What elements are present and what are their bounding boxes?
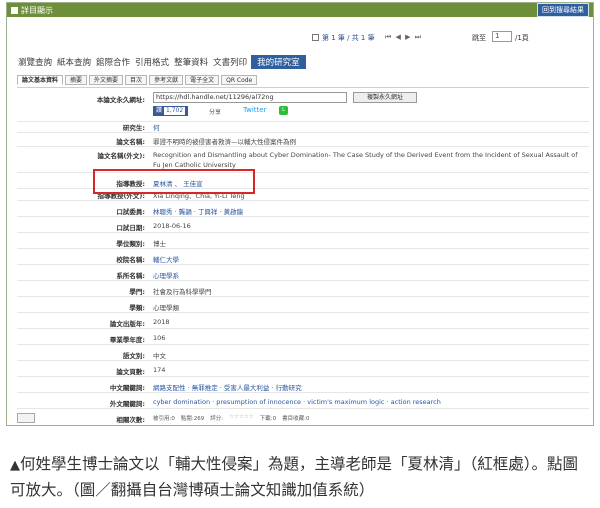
cited-count: 被引用:0 bbox=[153, 416, 175, 422]
record-count: 第 1 筆 / 共 1 筆 bbox=[322, 34, 375, 42]
field-value-title-foreign: Recognition and Dismantling about Cyber … bbox=[153, 151, 578, 169]
pager-nav-arrows[interactable]: ⏮ ◀ ▶ ⏭ bbox=[385, 33, 422, 42]
field-value-student[interactable]: 何 bbox=[153, 122, 587, 132]
share-label[interactable]: 分享 bbox=[209, 107, 221, 116]
download-count: 下載:0 bbox=[259, 416, 277, 422]
facebook-like-count: 1,702 bbox=[164, 107, 186, 115]
click-count: 點閱:269 bbox=[180, 416, 205, 422]
field-value-discipline: 社會及行為科學學門 bbox=[153, 288, 212, 296]
advisor-highlight-box bbox=[93, 169, 255, 194]
tab-toc[interactable]: 目次 bbox=[125, 75, 148, 85]
copy-permalink-button[interactable]: 複製永久網址 bbox=[353, 92, 417, 103]
field-label: 論文名稱(外文): bbox=[97, 152, 145, 160]
window-title-text: 詳目顯示 bbox=[21, 5, 53, 15]
tab-foreign-abstract[interactable]: 外文摘要 bbox=[89, 75, 124, 85]
field-value-language: 中文 bbox=[153, 352, 166, 360]
triangle-marker-icon: ▲ bbox=[10, 458, 20, 473]
square-icon bbox=[11, 6, 18, 14]
field-label: 學位類別: bbox=[116, 240, 145, 248]
field-value-keywords-en[interactable]: cyber domination · presumption of innoce… bbox=[153, 398, 587, 406]
menu-print-query[interactable]: 紙本查詢 bbox=[56, 56, 92, 68]
field-value-keywords-zh[interactable]: 網路支配性 · 無罪推定 · 受害人最大利益 · 行動研究 bbox=[153, 382, 587, 392]
menu-my-research[interactable]: 我的研究室 bbox=[251, 55, 306, 69]
menu-browse[interactable]: 瀏覽查詢 bbox=[17, 56, 53, 68]
field-label: 研究生: bbox=[122, 124, 145, 132]
rating-stats: 被引用:0 點閱:269 評分: ☆☆☆☆☆ 下載:0 書目收藏:0 bbox=[153, 414, 309, 422]
field-label: 校院名稱: bbox=[116, 256, 145, 264]
window-title: 詳目顯示 bbox=[11, 5, 53, 16]
menu-cite-format[interactable]: 引用格式 bbox=[134, 56, 170, 68]
field-label: 學門: bbox=[129, 288, 145, 296]
image-caption: ▲何姓學生博士論文以「輔大性侵案」為題，主導老師是「夏林清」（紅框處）。點圖可放… bbox=[10, 452, 592, 502]
field-value-pages: 174 bbox=[153, 366, 166, 374]
field-label: 口試委員: bbox=[116, 208, 145, 216]
function-menu: 瀏覽查詢 紙本查詢 館際合作 引用格式 整筆資料 文書列印 我的研究室 bbox=[17, 55, 306, 69]
tab-fulltext[interactable]: 電子全文 bbox=[185, 75, 220, 85]
permalink-input[interactable]: https://hdl.handle.net/11296/al72ng bbox=[153, 92, 347, 103]
menu-interlibrary[interactable]: 館際合作 bbox=[95, 56, 131, 68]
facebook-like-button[interactable]: 讚 1,702 bbox=[153, 106, 189, 116]
permalink-label: 本論文永久網址: bbox=[96, 96, 145, 104]
field-label: 語文別: bbox=[122, 352, 145, 360]
field-label: 學類: bbox=[129, 304, 145, 312]
field-value-department[interactable]: 心理學系 bbox=[153, 270, 587, 280]
field-value-title: 罪證不明時的被侵害者救濟—以輔大性侵案件為例 bbox=[153, 138, 296, 146]
caption-text: 何姓學生博士論文以「輔大性侵案」為題，主導老師是「夏林清」（紅框處）。點圖可放大… bbox=[10, 455, 579, 499]
facebook-like-label: 讚 bbox=[156, 107, 163, 114]
record-tabs: 論文基本資料 摘要 外文摘要 目次 參考文獻 電子全文 QR Code bbox=[17, 75, 258, 85]
field-label: 系所名稱: bbox=[116, 272, 145, 280]
field-label: 畢業學年度: bbox=[109, 336, 145, 344]
pager: 第 1 筆 / 共 1 筆 ⏮ ◀ ▶ ⏭ 跳至 1 /1頁 bbox=[7, 31, 593, 45]
field-value-defense-date: 2018-06-16 bbox=[153, 222, 191, 230]
field-label: 論文頁數: bbox=[116, 368, 145, 376]
field-label: 外文關鍵詞: bbox=[109, 400, 145, 408]
field-value-grad-year: 106 bbox=[153, 334, 166, 342]
tab-qrcode[interactable]: QR Code bbox=[221, 75, 258, 85]
score-label: 評分: bbox=[210, 416, 224, 422]
tab-references[interactable]: 參考文獻 bbox=[149, 75, 184, 85]
twitter-share-button[interactable]: Twitter bbox=[243, 106, 266, 114]
line-share-icon[interactable]: L bbox=[279, 106, 288, 115]
select-checkbox[interactable] bbox=[312, 34, 319, 41]
screenshot-panel: 詳目顯示 回到搜尋結果 第 1 筆 / 共 1 筆 ⏮ ◀ ▶ ⏭ 跳至 1 /… bbox=[6, 2, 594, 426]
field-value-school[interactable]: 輔仁大學 bbox=[153, 254, 587, 264]
field-value-degree: 博士 bbox=[153, 240, 166, 248]
bookmark-count: 書目收藏:0 bbox=[282, 416, 310, 422]
field-value-category: 心理學類 bbox=[153, 304, 179, 312]
bottom-toolbar-button[interactable] bbox=[17, 413, 35, 423]
field-label: 相關次數: bbox=[116, 416, 145, 424]
field-value-pub-year: 2018 bbox=[153, 318, 170, 326]
goto-page-input[interactable]: 1 bbox=[492, 31, 512, 42]
back-to-results-button[interactable]: 回到搜尋結果 bbox=[537, 3, 589, 17]
total-pages: /1頁 bbox=[515, 34, 529, 42]
goto-label: 跳至 bbox=[472, 34, 486, 42]
field-label: 口試日期: bbox=[116, 224, 145, 232]
star-rating-icon[interactable]: ☆☆☆☆☆ bbox=[229, 414, 254, 422]
record-detail: 本論文永久網址: https://hdl.handle.net/11296/al… bbox=[17, 87, 589, 424]
menu-print[interactable]: 文書列印 bbox=[212, 56, 248, 68]
field-label: 中文關鍵詞: bbox=[109, 384, 145, 392]
window-titlebar: 詳目顯示 回到搜尋結果 bbox=[7, 3, 593, 17]
tab-basic-info[interactable]: 論文基本資料 bbox=[17, 75, 64, 85]
menu-full-record[interactable]: 整筆資料 bbox=[173, 56, 209, 68]
field-value-committee[interactable]: 林聰秀 · 龔韻 · 丁興祥 · 黃啟龍 bbox=[153, 206, 587, 216]
tab-abstract[interactable]: 摘要 bbox=[65, 75, 88, 85]
field-label: 論文出版年: bbox=[109, 320, 145, 328]
field-label: 論文名稱: bbox=[116, 138, 145, 146]
